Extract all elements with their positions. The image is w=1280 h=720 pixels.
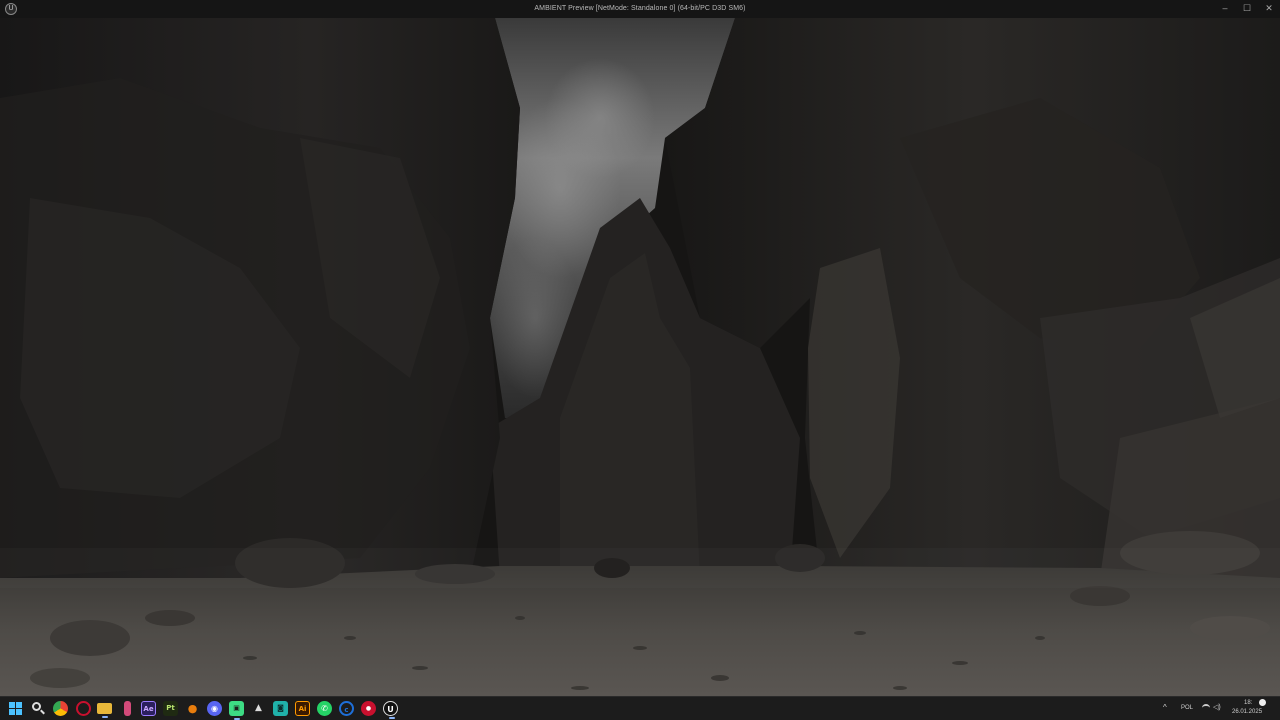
after-effects-icon[interactable]: Ae [141, 701, 156, 716]
discord-icon[interactable]: ◉ [207, 701, 222, 716]
opera-icon[interactable] [76, 701, 91, 716]
clock-date[interactable]: 26.01.2025 [1232, 709, 1262, 715]
window-title: AMBIENT Preview [NetMode: Standalone 0] … [534, 5, 746, 12]
canyon-scene [0, 18, 1280, 696]
maximize-button[interactable]: ☐ [1236, 0, 1258, 18]
window-title-bar[interactable]: U AMBIENT Preview [NetMode: Standalone 0… [0, 0, 1280, 18]
tray-chevron-icon[interactable]: ^ [1163, 703, 1167, 712]
file-explorer-icon[interactable] [97, 703, 112, 718]
game-viewport[interactable] [0, 18, 1280, 696]
wifi-icon[interactable] [1202, 704, 1210, 710]
minimize-button[interactable]: – [1214, 0, 1236, 18]
search-icon[interactable] [32, 702, 45, 715]
language-indicator[interactable]: POL [1181, 705, 1193, 711]
cinema-icon[interactable]: c [339, 701, 354, 716]
illustrator-icon[interactable]: Ai [295, 701, 310, 716]
whatsapp-icon[interactable]: ✆ [317, 701, 332, 716]
unity-icon[interactable]: ▲ [251, 701, 266, 716]
painter-icon[interactable]: Pt [163, 701, 178, 716]
pin-app-icon[interactable] [124, 701, 131, 716]
volume-icon[interactable]: ◁) [1213, 703, 1221, 711]
clock-time[interactable]: 18: [1244, 700, 1252, 706]
chrome-icon[interactable] [53, 701, 68, 716]
close-button[interactable]: ✕ [1258, 0, 1280, 18]
windows-start-icon[interactable] [9, 702, 22, 715]
windows-taskbar: Ae Pt ● ◉ ▣ ▲ ◙ Ai ✆ c ● U ^ POL ◁) 18: … [0, 696, 1280, 720]
blender-icon[interactable]: ● [185, 701, 200, 716]
android-icon[interactable]: ▣ [229, 701, 244, 720]
notification-icon[interactable] [1257, 697, 1268, 708]
recorder-icon[interactable]: ● [361, 701, 376, 716]
unreal-engine-taskbar-icon[interactable]: U [383, 701, 398, 719]
mini-app-icon[interactable]: ◙ [273, 701, 288, 716]
